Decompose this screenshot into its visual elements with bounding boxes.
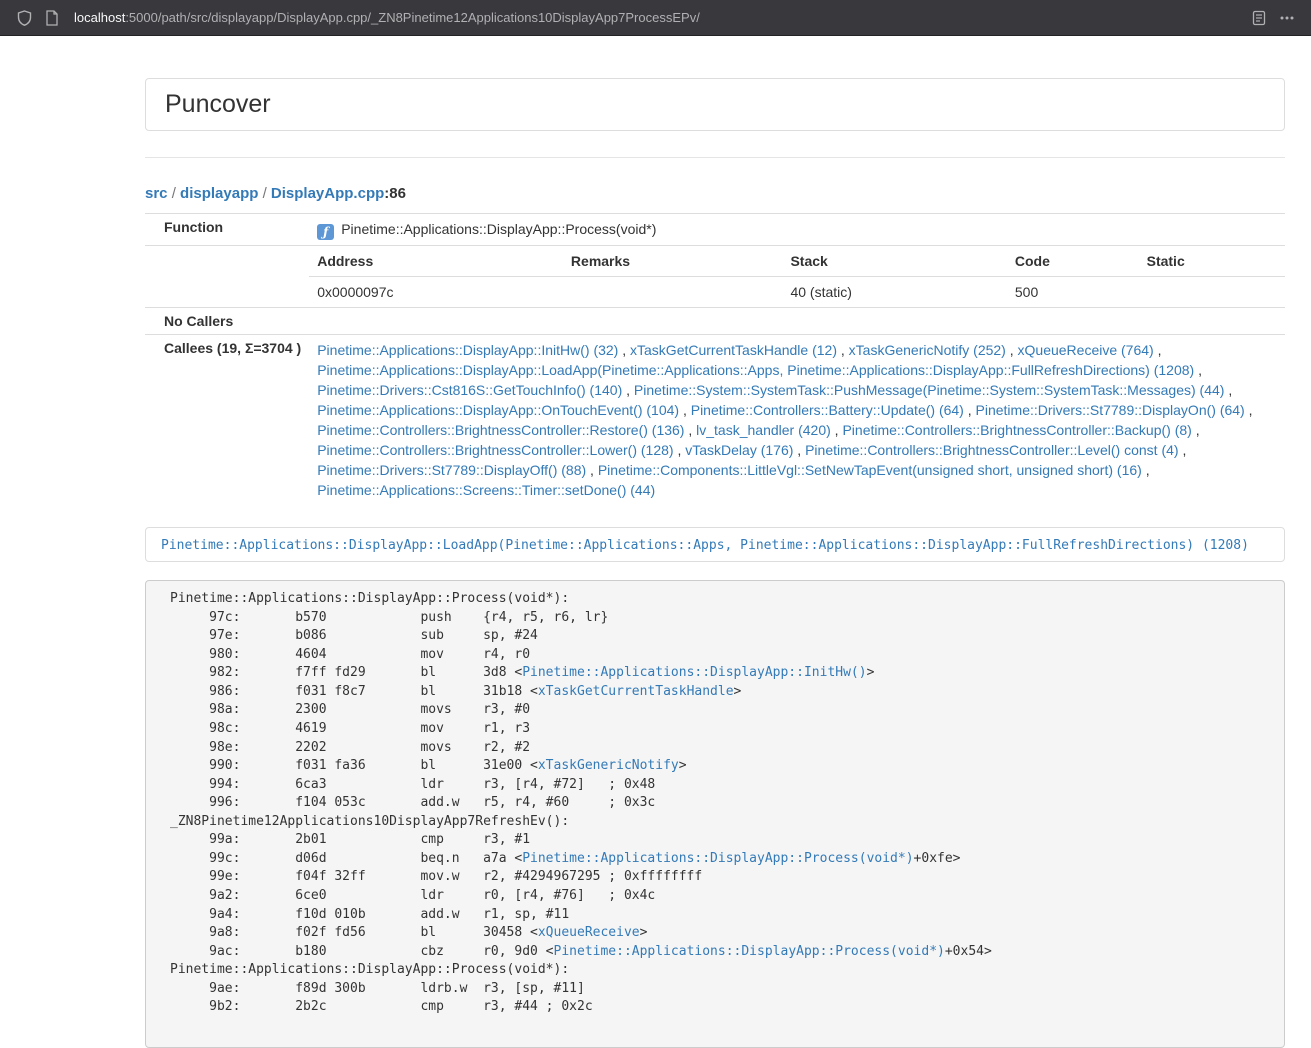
callee-separator: , bbox=[1245, 402, 1253, 418]
callees-row: Callees (19, Σ=3704 ) Pinetime::Applicat… bbox=[145, 335, 1285, 506]
metrics-header-row: Address Remarks Stack Code Static bbox=[309, 246, 1285, 277]
reader-glyph bbox=[1252, 10, 1266, 26]
callee-link[interactable]: Pinetime::Applications::Screens::Timer::… bbox=[317, 482, 655, 498]
metrics-row: 0x0000097c 40 (static) 500 bbox=[309, 277, 1285, 308]
meatball-menu-glyph bbox=[1279, 10, 1295, 26]
callee-separator: , bbox=[837, 342, 849, 358]
url-host: localhost bbox=[74, 10, 125, 25]
breadcrumb-separator: / bbox=[258, 185, 271, 202]
function-row: Function ƒ Pinetime::Applications::Displa… bbox=[145, 214, 1285, 246]
metrics-table: Address Remarks Stack Code Static 0x0000… bbox=[309, 246, 1285, 307]
callee-link[interactable]: Pinetime::Controllers::BrightnessControl… bbox=[317, 442, 673, 458]
function-type-icon: ƒ bbox=[317, 224, 334, 240]
column-header-remarks: Remarks bbox=[563, 246, 783, 277]
no-callers-row: No Callers bbox=[145, 308, 1285, 335]
callees-label: Callees (19, Σ=3704 ) bbox=[145, 335, 309, 506]
selected-symbol-panel: Pinetime::Applications::DisplayApp::Load… bbox=[145, 527, 1285, 562]
callee-link[interactable]: Pinetime::Applications::DisplayApp::OnTo… bbox=[317, 402, 679, 418]
callee-link[interactable]: Pinetime::Controllers::BrightnessControl… bbox=[842, 422, 1191, 438]
callee-link[interactable]: xTaskGenericNotify (252) bbox=[849, 342, 1006, 358]
no-callers-cell bbox=[309, 308, 1285, 335]
code-symbol-link[interactable]: xQueueReceive bbox=[538, 925, 640, 940]
app-header-box: Puncover bbox=[145, 78, 1285, 131]
page-info-icon[interactable] bbox=[38, 4, 66, 32]
callee-separator: , bbox=[684, 422, 696, 438]
callee-link[interactable]: Pinetime::Drivers::St7789::DisplayOff() … bbox=[317, 462, 586, 478]
page-title: Puncover bbox=[165, 92, 1265, 117]
tracking-protection-shield-icon[interactable] bbox=[10, 4, 38, 32]
page-container: Puncover src / displayapp / DisplayApp.c… bbox=[145, 78, 1285, 1048]
remarks-cell bbox=[563, 277, 783, 308]
function-name: Pinetime::Applications::DisplayApp::Proc… bbox=[341, 221, 656, 237]
static-cell bbox=[1139, 277, 1285, 308]
callee-separator: , bbox=[1179, 442, 1187, 458]
callees-cell: Pinetime::Applications::DisplayApp::Init… bbox=[309, 335, 1285, 506]
function-table: Function ƒPinetime::Applications::Displa… bbox=[145, 213, 1285, 505]
shield-glyph bbox=[17, 10, 32, 26]
metrics-table-cell: Address Remarks Stack Code Static 0x0000… bbox=[309, 246, 1285, 308]
callee-separator: , bbox=[831, 422, 843, 438]
function-label: Function bbox=[145, 214, 309, 246]
stack-cell: 40 (static) bbox=[782, 277, 1006, 308]
callee-link[interactable]: lv_task_handler (420) bbox=[696, 422, 831, 438]
callee-link[interactable]: Pinetime::Drivers::St7789::DisplayOn() (… bbox=[976, 402, 1245, 418]
reader-view-icon[interactable] bbox=[1245, 4, 1273, 32]
callee-link[interactable]: Pinetime::Applications::DisplayApp::Load… bbox=[317, 362, 1194, 378]
callee-separator: , bbox=[793, 442, 805, 458]
callee-link[interactable]: xTaskGetCurrentTaskHandle (12) bbox=[630, 342, 837, 358]
code-symbol-link[interactable]: xTaskGenericNotify bbox=[538, 758, 679, 773]
column-header-code: Code bbox=[1007, 246, 1139, 277]
disassembly-code-block: Pinetime::Applications::DisplayApp::Proc… bbox=[145, 580, 1285, 1048]
function-name-cell: ƒ Pinetime::Applications::DisplayApp::Pro… bbox=[309, 214, 1285, 246]
callee-link[interactable]: Pinetime::System::SystemTask::PushMessag… bbox=[634, 382, 1225, 398]
callee-link[interactable]: Pinetime::Controllers::BrightnessControl… bbox=[805, 442, 1178, 458]
code-symbol-link[interactable]: Pinetime::Applications::DisplayApp::Proc… bbox=[554, 944, 945, 959]
breadcrumb-link[interactable]: src bbox=[145, 185, 168, 202]
address-cell: 0x0000097c bbox=[309, 277, 563, 308]
breadcrumb-link[interactable]: displayapp bbox=[180, 185, 258, 202]
callee-separator: , bbox=[1154, 342, 1162, 358]
callee-separator: , bbox=[674, 442, 686, 458]
callee-separator: , bbox=[622, 382, 634, 398]
callee-separator: , bbox=[1192, 422, 1200, 438]
breadcrumb-separator: / bbox=[168, 185, 181, 202]
code-cell: 500 bbox=[1007, 277, 1139, 308]
empty-cell bbox=[145, 246, 309, 308]
breadcrumb: src / displayapp / DisplayApp.cpp:86 bbox=[145, 183, 1285, 204]
code-symbol-link[interactable]: Pinetime::Applications::DisplayApp::Init… bbox=[522, 665, 866, 680]
callee-separator: , bbox=[964, 402, 976, 418]
callee-link[interactable]: Pinetime::Controllers::Battery::Update()… bbox=[691, 402, 964, 418]
callee-separator: , bbox=[1194, 362, 1202, 378]
column-header-address: Address bbox=[309, 246, 563, 277]
no-callers-label: No Callers bbox=[145, 308, 309, 335]
callee-separator: , bbox=[679, 402, 691, 418]
callee-separator: , bbox=[1142, 462, 1150, 478]
callee-link[interactable]: Pinetime::Controllers::BrightnessControl… bbox=[317, 422, 684, 438]
callee-link[interactable]: Pinetime::Components::LittleVgl::SetNewT… bbox=[598, 462, 1142, 478]
code-symbol-link[interactable]: xTaskGetCurrentTaskHandle bbox=[538, 684, 734, 699]
callee-separator: , bbox=[1006, 342, 1018, 358]
metrics-row-wrapper: Address Remarks Stack Code Static 0x0000… bbox=[145, 246, 1285, 308]
browser-toolbar: localhost:5000/path/src/displayapp/Displ… bbox=[0, 0, 1311, 36]
callee-link[interactable]: Pinetime::Drivers::Cst816S::GetTouchInfo… bbox=[317, 382, 622, 398]
document-glyph bbox=[45, 10, 59, 26]
column-header-static: Static bbox=[1139, 246, 1285, 277]
breadcrumb-line-number: :86 bbox=[384, 185, 406, 202]
code-symbol-link[interactable]: Pinetime::Applications::DisplayApp::Proc… bbox=[522, 851, 913, 866]
url-bar[interactable]: localhost:5000/path/src/displayapp/Displ… bbox=[74, 10, 1245, 25]
header-divider bbox=[145, 157, 1285, 158]
callee-link[interactable]: xQueueReceive (764) bbox=[1018, 342, 1154, 358]
column-header-stack: Stack bbox=[782, 246, 1006, 277]
callee-separator: , bbox=[1224, 382, 1232, 398]
callee-separator: , bbox=[586, 462, 598, 478]
page-actions-menu-icon[interactable] bbox=[1273, 4, 1301, 32]
callee-link[interactable]: Pinetime::Applications::DisplayApp::Init… bbox=[317, 342, 618, 358]
callee-link[interactable]: vTaskDelay (176) bbox=[685, 442, 793, 458]
url-path: :5000/path/src/displayapp/DisplayApp.cpp… bbox=[125, 10, 700, 25]
selected-symbol-link[interactable]: Pinetime::Applications::DisplayApp::Load… bbox=[161, 538, 1249, 553]
callee-separator: , bbox=[618, 342, 630, 358]
breadcrumb-link[interactable]: DisplayApp.cpp bbox=[271, 185, 384, 202]
